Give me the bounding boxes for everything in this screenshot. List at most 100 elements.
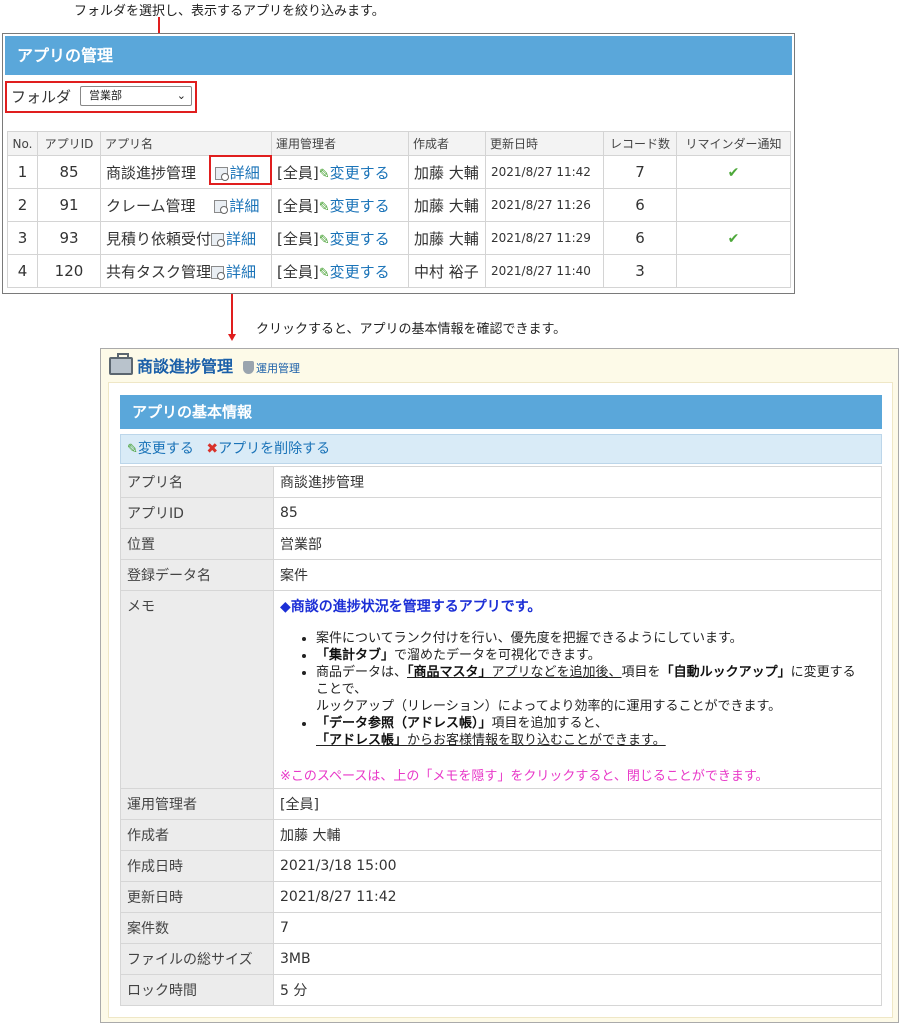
field-label: 作成者: [120, 819, 274, 851]
info-row-memo: メモ ◆商談の進捗状況を管理するアプリです。 案件についてランク付けを行い、優先…: [120, 590, 882, 789]
row-records: 7: [603, 155, 677, 189]
pencil-icon: ✎: [318, 265, 330, 281]
pencil-icon: ✎: [318, 166, 330, 182]
app-management-panel: アプリの管理 フォルダ 営業部 ⌄ No. アプリID アプリ名 運用管理者 作…: [2, 33, 795, 294]
change-link[interactable]: 変更する: [330, 197, 390, 215]
delete-app-button[interactable]: アプリを削除する: [218, 441, 330, 457]
row-creator: 加藤 大輔: [408, 155, 486, 189]
table-row: 3 93 見積り依頼受付 詳細 [全員]✎変更する 加藤 大輔 2021/8/27…: [7, 221, 791, 255]
col-header-creator: 作成者: [408, 131, 486, 156]
detail-highlight-box: [209, 155, 272, 185]
row-admin: [全員]: [277, 229, 319, 248]
table-row: 1 85 商談進捗管理 詳細 [全員]✎変更する 加藤 大輔 2021/8/27…: [7, 155, 791, 189]
row-app-name-cell: 見積り依頼受付 詳細: [100, 221, 272, 255]
row-admin-cell: [全員]✎変更する: [271, 254, 409, 288]
field-value: 85: [273, 497, 882, 529]
memo-text: 項目を: [621, 665, 661, 680]
info-row-data-name: 登録データ名 案件: [120, 559, 882, 591]
detail-icon: [211, 232, 226, 247]
row-updated: 2021/8/27 11:26: [485, 188, 604, 222]
info-row-updated: 更新日時 2021/8/27 11:42: [120, 881, 882, 913]
field-label: メモ: [120, 590, 274, 789]
panel-title: アプリの管理: [5, 36, 792, 75]
field-value: 加藤 大輔: [273, 819, 882, 851]
row-creator: 中村 裕子: [408, 254, 486, 288]
field-value: 3MB: [273, 943, 882, 975]
memo-link-product-master[interactable]: 「商品マスタ」: [407, 665, 492, 680]
app-detail-title: 商談進捗管理 運用管理: [109, 353, 300, 376]
change-button[interactable]: 変更する: [138, 441, 194, 457]
row-app-id: 91: [37, 188, 101, 222]
field-label: 作成日時: [120, 850, 274, 882]
row-app-name: 商談進捗管理: [106, 163, 197, 182]
memo-link-text[interactable]: からお客様情報を取り込むことができます。: [407, 733, 666, 748]
memo-item: 「集計タブ」で溜めたデータを可視化できます。: [316, 647, 856, 664]
field-label: ファイルの総サイズ: [120, 943, 274, 975]
change-link[interactable]: 変更する: [330, 230, 390, 248]
field-label: アプリ名: [120, 466, 274, 498]
info-row-lock-time: ロック時間 5 分: [120, 974, 882, 1006]
field-value: 2021/8/27 11:42: [273, 881, 882, 913]
row-app-name: クレーム管理: [106, 196, 196, 215]
memo-text: で溜めたデータを可視化できます。: [394, 648, 601, 663]
memo-headline: ◆商談の進捗状況を管理するアプリです。: [280, 599, 542, 615]
row-reminder: [676, 188, 791, 222]
row-app-id: 85: [37, 155, 101, 189]
field-value: 7: [273, 912, 882, 944]
admin-link[interactable]: 運用管理: [256, 362, 300, 375]
row-creator: 加藤 大輔: [408, 221, 486, 255]
table-row: 4 120 共有タスク管理 詳細 [全員]✎変更する 中村 裕子 2021/8/2…: [7, 254, 791, 288]
field-label: 位置: [120, 528, 274, 560]
field-value: 2021/3/18 15:00: [273, 850, 882, 882]
detail-link-label: 詳細: [229, 196, 260, 215]
detail-annotation: クリックすると、アプリの基本情報を確認できます。: [256, 322, 567, 337]
row-app-name-cell: クレーム管理 詳細: [100, 188, 272, 222]
annotation-arrow: [228, 334, 236, 341]
row-admin-cell: [全員]✎変更する: [271, 221, 409, 255]
memo-link-text[interactable]: アプリなどを追加後、: [492, 665, 622, 680]
info-row-count: 案件数 7: [120, 912, 882, 944]
row-reminder: [676, 254, 791, 288]
action-bar: ✎変更する ✖アプリを削除する: [120, 434, 882, 464]
basic-info-title: アプリの基本情報: [120, 395, 882, 429]
delete-icon: ✖: [206, 441, 219, 457]
memo-bold: 「データ参照（アドレス帳）」: [316, 716, 492, 731]
check-icon: ✔: [727, 165, 740, 181]
detail-link[interactable]: 詳細: [214, 197, 259, 215]
info-row-created: 作成日時 2021/3/18 15:00: [120, 850, 882, 882]
detail-app-name: 商談進捗管理: [137, 357, 234, 376]
app-suitcase-icon: [109, 353, 133, 375]
change-link[interactable]: 変更する: [330, 263, 390, 281]
detail-link-label: 詳細: [226, 229, 257, 248]
row-admin-cell: [全員]✎変更する: [271, 188, 409, 222]
change-link[interactable]: 変更する: [330, 164, 390, 182]
info-row-creator: 作成者 加藤 大輔: [120, 819, 882, 851]
detail-link[interactable]: 詳細: [211, 230, 256, 248]
field-label: 更新日時: [120, 881, 274, 913]
row-admin: [全員]: [277, 196, 319, 215]
info-row-location: 位置 営業部: [120, 528, 882, 560]
row-reminder: ✔: [676, 221, 791, 255]
check-icon: ✔: [727, 231, 740, 247]
pencil-icon: ✎: [127, 442, 138, 457]
row-no: 3: [7, 221, 38, 255]
row-records: 6: [603, 221, 677, 255]
row-app-id: 93: [37, 221, 101, 255]
detail-inner: アプリの基本情報 ✎変更する ✖アプリを削除する アプリ名 商談進捗管理 アプリ…: [108, 382, 893, 1018]
row-no: 4: [7, 254, 38, 288]
row-app-name-cell: 共有タスク管理 詳細: [100, 254, 272, 288]
memo-link-address-book[interactable]: 「アドレス帳」: [316, 733, 407, 748]
table-header-row: No. アプリID アプリ名 運用管理者 作成者 更新日時 レコード数 リマイン…: [7, 131, 791, 156]
field-label: ロック時間: [120, 974, 274, 1006]
memo-item: 案件についてランク付けを行い、優先度を把握できるようにしています。: [316, 630, 856, 647]
row-admin: [全員]: [277, 163, 319, 182]
folder-annotation: フォルダを選択し、表示するアプリを絞り込みます。: [74, 4, 385, 19]
folder-highlight-box: [5, 81, 197, 113]
col-header-updated: 更新日時: [485, 131, 604, 156]
detail-link[interactable]: 詳細: [211, 263, 256, 281]
row-records: 6: [603, 188, 677, 222]
field-value: 案件: [273, 559, 882, 591]
col-header-no: No.: [7, 131, 38, 156]
row-reminder: ✔: [676, 155, 791, 189]
app-table: No. アプリID アプリ名 運用管理者 作成者 更新日時 レコード数 リマイン…: [7, 131, 791, 288]
